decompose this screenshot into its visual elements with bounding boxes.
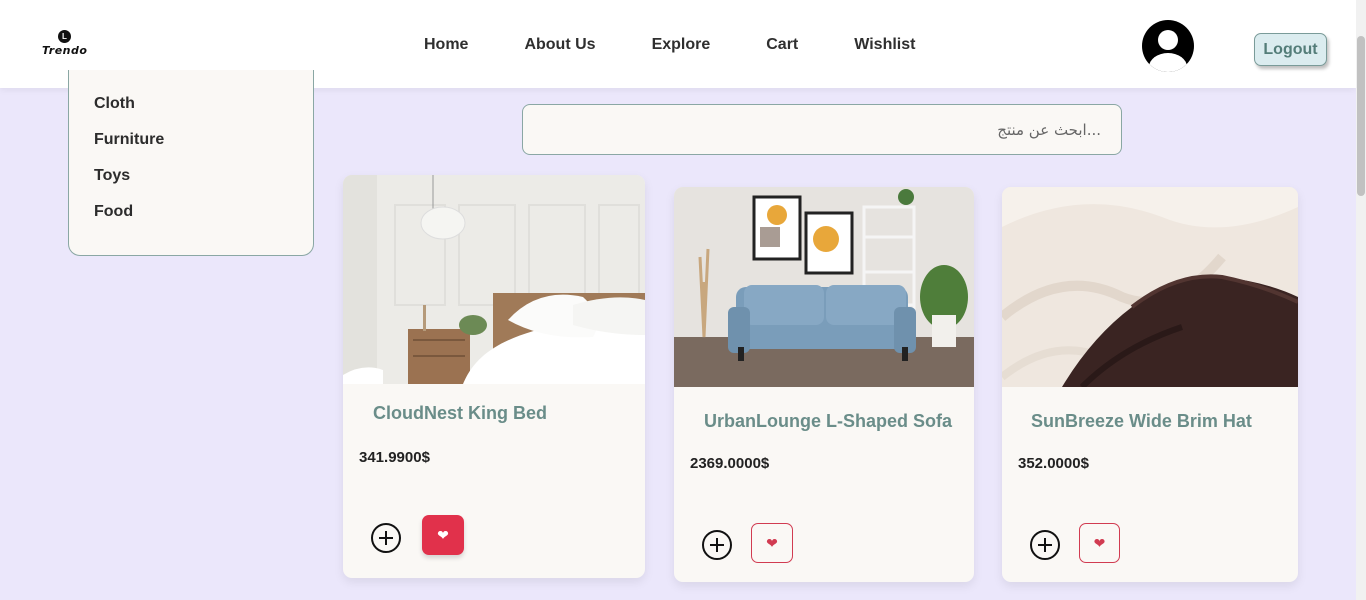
brand-logo[interactable]: L Trendo: [42, 30, 92, 62]
heart-icon[interactable]: ❤: [422, 515, 464, 555]
main-nav: Home About Us Explore Cart Wishlist: [424, 36, 971, 54]
heart-icon[interactable]: ❤: [751, 523, 793, 563]
nav-about-link[interactable]: About Us: [524, 36, 595, 54]
add-to-cart-button[interactable]: [371, 523, 401, 553]
product-image-sofa: [674, 187, 974, 387]
nav-home-link[interactable]: Home: [424, 36, 468, 54]
category-sidebar: Cloth Furniture Toys Food: [68, 70, 314, 256]
logo-text: Trendo: [42, 44, 88, 57]
nav-explore-link[interactable]: Explore: [652, 36, 711, 54]
sidebar-item-cloth[interactable]: Cloth: [94, 95, 135, 113]
user-avatar-icon[interactable]: [1142, 20, 1194, 72]
product-price: 352.0000$: [1018, 455, 1089, 472]
scrollbar-thumb[interactable]: [1357, 36, 1365, 196]
product-image-hat: [1002, 187, 1298, 387]
product-title[interactable]: CloudNest King Bed: [373, 403, 547, 424]
product-image-bed: [343, 175, 645, 384]
product-title[interactable]: SunBreeze Wide Brim Hat: [1031, 411, 1252, 432]
product-title[interactable]: UrbanLounge L-Shaped Sofa: [704, 411, 952, 432]
logo-mark-icon: L: [58, 30, 71, 43]
product-price: 341.9900$: [359, 449, 430, 466]
nav-wishlist-link[interactable]: Wishlist: [854, 36, 915, 54]
add-to-cart-button[interactable]: [1030, 530, 1060, 560]
add-to-cart-button[interactable]: [702, 530, 732, 560]
product-price: 2369.0000$: [690, 455, 770, 472]
product-card[interactable]: CloudNest King Bed 341.9900$ ❤: [343, 175, 645, 578]
heart-icon[interactable]: ❤: [1079, 523, 1120, 563]
sidebar-item-furniture[interactable]: Furniture: [94, 131, 164, 149]
product-card[interactable]: SunBreeze Wide Brim Hat 352.0000$ ❤: [1002, 187, 1298, 582]
product-card[interactable]: UrbanLounge L-Shaped Sofa 2369.0000$ ❤: [674, 187, 974, 582]
page-scrollbar[interactable]: [1356, 0, 1366, 600]
search-input[interactable]: [522, 104, 1122, 155]
logout-button[interactable]: Logout: [1254, 33, 1327, 66]
nav-cart-link[interactable]: Cart: [766, 36, 798, 54]
sidebar-item-toys[interactable]: Toys: [94, 167, 130, 185]
sidebar-item-food[interactable]: Food: [94, 203, 133, 221]
